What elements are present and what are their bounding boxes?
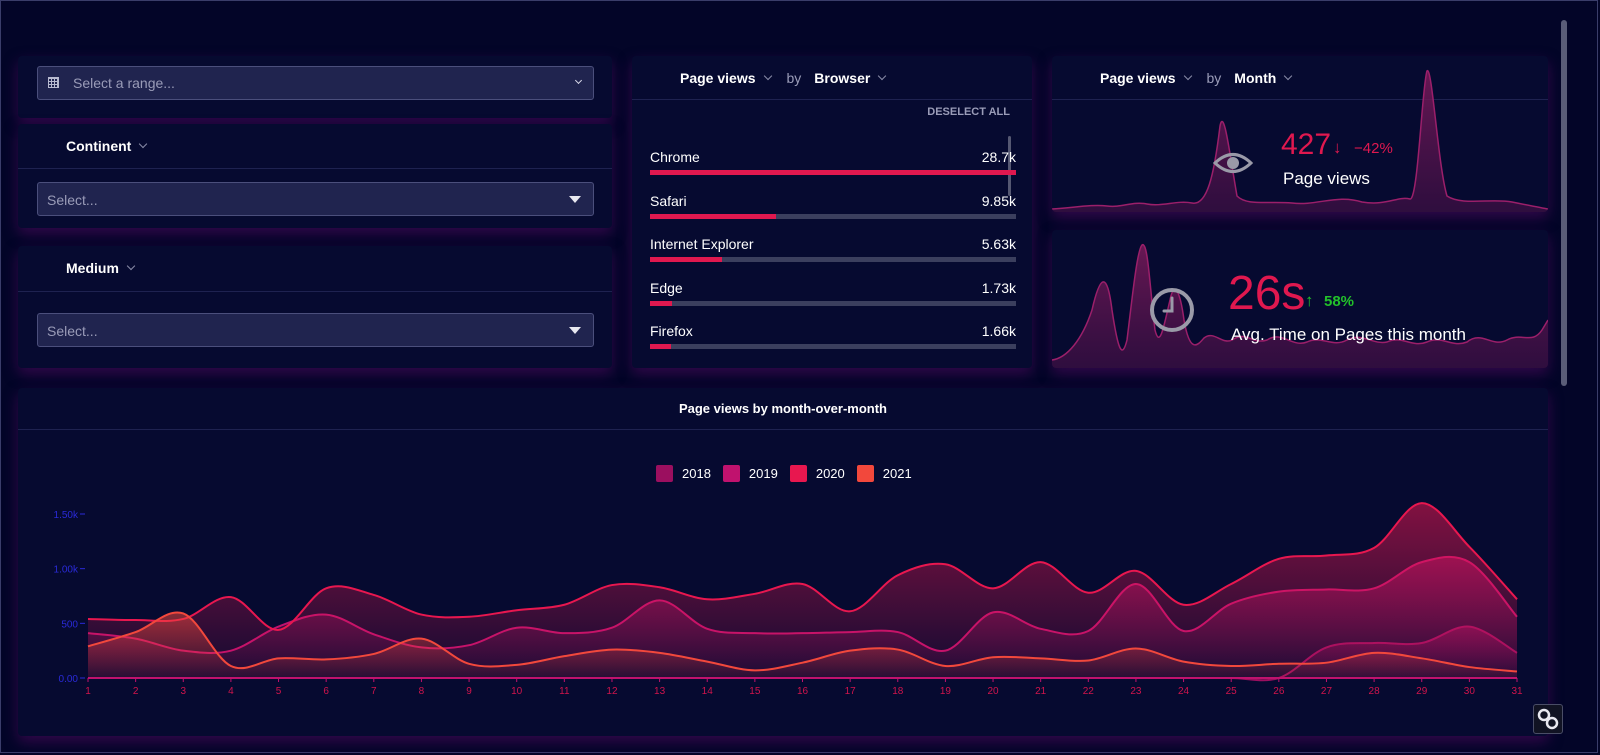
continent-select[interactable]: Select... (37, 182, 594, 216)
legend-swatch (789, 465, 807, 482)
browser-row[interactable]: Safari 9.85k (650, 193, 1016, 237)
browser-label: Chrome (650, 149, 700, 165)
browser-value: 1.73k (981, 280, 1016, 296)
settings-button[interactable] (1533, 704, 1563, 734)
clock-icon (1150, 288, 1194, 332)
continent-label: Continent (66, 138, 132, 154)
calendar-icon (48, 77, 59, 88)
metric-label: Page views (680, 70, 756, 86)
caret-down-icon (569, 196, 581, 203)
divider (18, 291, 612, 292)
medium-card: Medium (18, 246, 612, 368)
kpi-label: Avg. Time on Pages this month (1231, 325, 1466, 344)
continent-placeholder: Select... (47, 192, 98, 208)
legend-item[interactable]: 2021 (856, 465, 912, 482)
continent-header[interactable]: Continent (66, 138, 612, 154)
time-kpi-card: 26s ↑ 58% Avg. Time on Pages this month (1052, 230, 1548, 368)
dimension-label: Browser (814, 70, 871, 86)
medium-label: Medium (66, 260, 119, 276)
chevron-down-icon (878, 71, 887, 81)
chevron-down-icon (126, 261, 136, 271)
browser-row[interactable]: Firefox 1.66k (650, 323, 1016, 367)
legend-swatch (656, 465, 673, 482)
medium-select[interactable]: Select... (37, 313, 594, 347)
deselect-all-button[interactable]: DESELECT ALL (927, 106, 1010, 118)
browser-value: 9.85k (981, 193, 1016, 209)
date-range-select[interactable]: Select a range... (37, 66, 594, 100)
legend-item[interactable]: 2018 (656, 465, 711, 482)
metric-selector[interactable]: Page views (680, 70, 772, 86)
kpi-value: 427 (1281, 128, 1332, 161)
browser-value: 5.63k (981, 236, 1016, 252)
arrow-down-icon: ↓ (1333, 138, 1342, 157)
chart-title: Page views by month-over-month (678, 401, 888, 416)
chevron-down-icon (574, 76, 583, 85)
legend-item[interactable]: 2020 (789, 465, 845, 482)
medium-header[interactable]: Medium (66, 260, 612, 276)
progress-track (650, 344, 1016, 349)
medium-placeholder: Select... (47, 323, 98, 339)
legend-item[interactable]: 2019 (722, 465, 778, 482)
link-icon (1537, 708, 1559, 730)
legend-swatch (722, 465, 740, 482)
chevron-down-icon (139, 139, 148, 149)
date-range-placeholder: Select a range... (73, 75, 175, 91)
month-kpi-card: Page views by Month 427 ↓ −42% Page view… (1052, 56, 1548, 212)
browser-label: Internet Explorer (650, 236, 754, 252)
caret-down-icon (569, 327, 581, 334)
progress-fill (650, 170, 1016, 175)
kpi-value: 26s (1228, 267, 1306, 320)
browser-card-header: Page views by Browser (680, 70, 1032, 86)
progress-track (650, 301, 1016, 306)
divider (632, 99, 1032, 100)
legend-label: 2021 (882, 466, 912, 481)
progress-fill (650, 257, 722, 262)
browser-row[interactable]: Chrome 28.7k (650, 149, 1016, 193)
by-label: by (786, 70, 802, 86)
kpi-change: 58% (1324, 293, 1355, 310)
browser-row[interactable]: Edge 1.73k (650, 280, 1016, 324)
chevron-down-icon (763, 71, 772, 81)
progress-track (650, 214, 1016, 219)
browser-row[interactable]: Internet Explorer 5.63k (650, 236, 1016, 280)
dimension-selector[interactable]: Browser (814, 70, 887, 86)
progress-track (650, 257, 1016, 262)
browser-value: 28.7k (981, 149, 1016, 165)
kpi-label: Page views (1283, 169, 1370, 188)
progress-fill (650, 214, 776, 219)
month-over-month-card: Page views by month-over-month 2018 2019 2… (18, 388, 1548, 736)
legend-label: 2018 (682, 466, 711, 481)
eye-icon (1213, 153, 1253, 173)
browser-value: 1.66k (981, 323, 1016, 339)
browser-label: Edge (650, 280, 683, 296)
chart-legend: 2018 2019 2020 2021 (656, 465, 924, 482)
progress-track (650, 170, 1016, 175)
legend-label: 2019 (748, 466, 778, 481)
divider (18, 429, 1548, 430)
progress-fill (650, 301, 672, 306)
progress-fill (650, 344, 672, 349)
divider (18, 168, 612, 169)
page-scrollbar[interactable] (1561, 20, 1567, 386)
legend-swatch (856, 465, 874, 482)
kpi-change: −42% (1354, 140, 1393, 157)
legend-label: 2020 (815, 466, 845, 481)
browser-label: Firefox (650, 323, 693, 339)
arrow-up-icon: ↑ (1305, 291, 1314, 310)
browser-label: Safari (650, 193, 687, 209)
